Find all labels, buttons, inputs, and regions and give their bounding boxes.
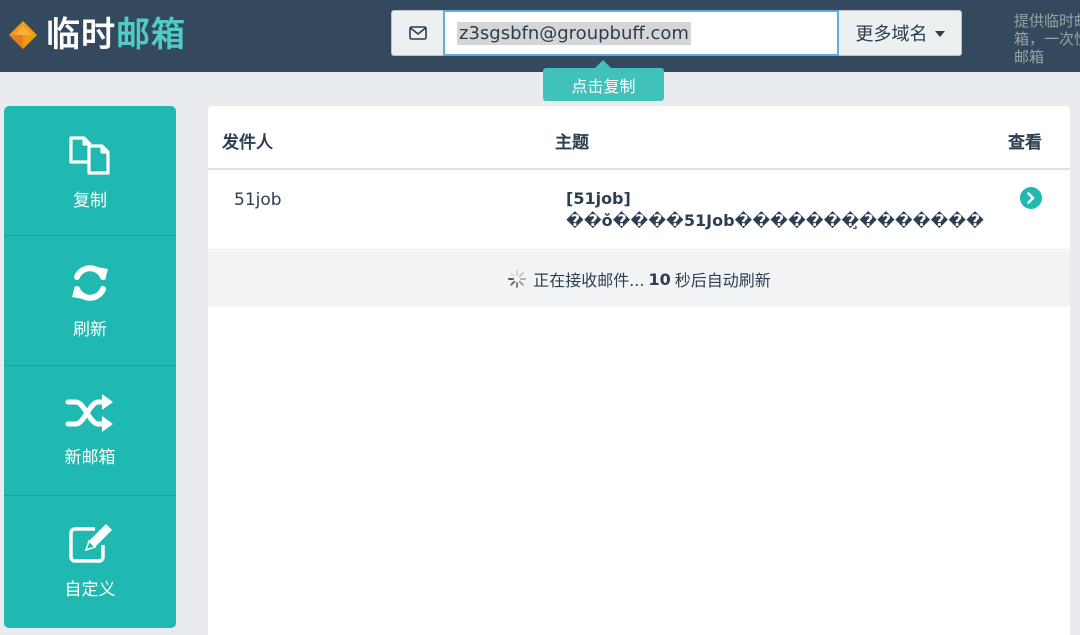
countdown-seconds: 10 [648, 269, 671, 289]
view-mail-button[interactable] [1020, 187, 1042, 209]
column-header-view: 查看 [1008, 133, 1042, 153]
more-domains-button[interactable]: 更多域名 [839, 10, 962, 56]
email-address-field[interactable]: z3sgsbfn@groupbuff.com [443, 10, 839, 56]
column-header-subject: 主题 [555, 133, 589, 153]
new-mailbox-button[interactable]: 新邮箱 [4, 366, 176, 496]
logo-text: 临时邮箱 [46, 12, 186, 58]
column-header-sender: 发件人 [222, 133, 273, 153]
email-address-text[interactable]: z3sgsbfn@groupbuff.com [457, 21, 691, 45]
shuffle-icon [65, 394, 113, 432]
copy-button-label: 复制 [73, 191, 107, 211]
refresh-button-label: 刷新 [73, 320, 107, 340]
top-navbar: 临时邮箱 z3sgsbfn@groupbuff.com 更多域名 提供临时邮箱，… [0, 0, 1080, 72]
spinner-icon [508, 270, 527, 288]
copy-icon [69, 136, 110, 175]
refresh-icon [72, 265, 108, 301]
row-sender: 51job [234, 190, 282, 210]
loading-suffix: 秒后自动刷新 [674, 271, 771, 290]
inbox-panel: 发件人 主题 查看 51job [51job] ��ǒ����51Job����… [208, 106, 1070, 635]
refresh-button[interactable]: 刷新 [4, 236, 176, 366]
chevron-right-icon [1027, 192, 1035, 204]
loading-text: 正在接收邮件... [533, 271, 645, 290]
row-subject-line2: ��ǒ����51Job�������̧������� [566, 211, 984, 230]
custom-mailbox-button[interactable]: 自定义 [4, 496, 176, 626]
site-notice: 提供临时邮箱，一次性邮箱 [1014, 12, 1080, 66]
copy-button[interactable]: 复制 [4, 106, 176, 236]
email-address-group: z3sgsbfn@groupbuff.com 更多域名 [391, 10, 962, 56]
envelope-icon [391, 10, 443, 56]
action-sidebar: 复制 刷新 新邮箱 自定义 [4, 106, 176, 628]
more-domains-label: 更多域名 [855, 24, 928, 45]
site-logo[interactable]: 临时邮箱 [6, 12, 186, 58]
caret-down-icon [934, 31, 945, 37]
new-mailbox-label: 新邮箱 [64, 448, 116, 468]
row-subject[interactable]: [51job] ��ǒ����51Job�������̧������� [566, 188, 984, 232]
inbox-table-header: 发件人 主题 查看 [208, 106, 1070, 170]
custom-mailbox-label: 自定义 [64, 579, 116, 600]
copy-tooltip[interactable]: 点击复制 [543, 60, 664, 101]
logo-diamond-icon [6, 18, 40, 52]
table-row[interactable]: 51job [51job] ��ǒ����51Job�������̧������… [208, 170, 1070, 250]
edit-icon [69, 523, 112, 563]
loading-status-bar: 正在接收邮件... 10 秒后自动刷新 [208, 251, 1070, 307]
row-subject-line1: [51job] [566, 189, 631, 208]
logo-text-accent: 邮箱 [116, 15, 186, 55]
logo-text-main: 临时 [46, 15, 116, 55]
